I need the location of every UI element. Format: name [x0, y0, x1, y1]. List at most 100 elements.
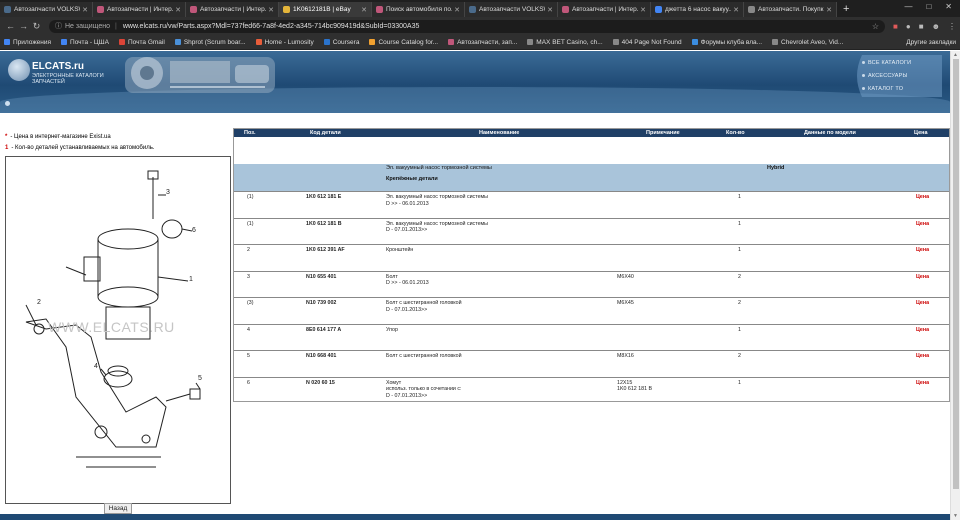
row-qty: 2: [738, 353, 741, 359]
extension-icon[interactable]: ●: [906, 22, 911, 31]
bookmark-item[interactable]: 404 Page Not Found: [612, 39, 682, 46]
row-price-link[interactable]: Цена: [916, 247, 929, 254]
row-price-link[interactable]: Цена: [916, 274, 929, 281]
callout-1[interactable]: 1: [189, 276, 193, 283]
tab-close-icon[interactable]: ✕: [82, 6, 88, 14]
new-tab-button[interactable]: +: [837, 2, 855, 17]
legend-price-text: - Цена в интернет-магазине Exist.ua: [10, 134, 111, 140]
tab-close-icon[interactable]: ✕: [175, 6, 181, 14]
back-arrow-icon[interactable]: ←: [4, 21, 17, 31]
callout-2[interactable]: 2: [37, 299, 41, 306]
forward-arrow-icon[interactable]: →: [17, 21, 30, 31]
row-pos: (1): [247, 220, 254, 227]
header-small-icon[interactable]: [5, 101, 10, 106]
tab-close-icon[interactable]: ✕: [826, 6, 832, 14]
bookmark-item[interactable]: Почта - ЦША: [61, 39, 109, 46]
tab-close-icon[interactable]: ✕: [454, 6, 460, 14]
window-controls: — □ ✕: [896, 0, 960, 13]
scroll-thumb[interactable]: [953, 59, 959, 489]
page-scrollbar[interactable]: ▲ ▼: [950, 51, 960, 520]
row-part-code[interactable]: 1K0 612 391 AF: [306, 247, 345, 254]
menu-accessories[interactable]: Аксессуары: [862, 73, 908, 79]
tab-close-icon[interactable]: ✕: [268, 6, 274, 14]
callout-5[interactable]: 5: [198, 375, 202, 382]
bookmark-star-icon[interactable]: ☆: [872, 22, 879, 31]
browser-tab[interactable]: 1K0612181B | eBay ✕: [279, 2, 372, 17]
scroll-down-icon[interactable]: ▼: [953, 513, 958, 519]
menu-all-catalogs[interactable]: Все каталоги: [861, 60, 911, 66]
tab-close-icon[interactable]: ✕: [640, 6, 646, 14]
row-price-link[interactable]: Цена: [916, 300, 929, 307]
watermark: WWW.ELCATS.RU: [48, 319, 175, 335]
tab-close-icon[interactable]: ✕: [547, 6, 553, 14]
bookmark-item[interactable]: Chevrolet Aveo, Vid...: [772, 39, 843, 46]
callout-6[interactable]: 6: [192, 227, 196, 234]
parts-diagram: WWW.ELCATS.RU 3 6 1 2 4 5: [5, 156, 231, 504]
row-part-code[interactable]: 1K0 612 181 B: [306, 221, 342, 228]
header-name: Наименование: [479, 130, 520, 136]
other-bookmarks-label: Другие закладки: [906, 38, 956, 46]
site-logo[interactable]: ELCATS.ru: [32, 61, 84, 72]
menu-dots-icon[interactable]: ⋮: [948, 22, 956, 31]
row-part-code[interactable]: N10 668 401: [306, 353, 336, 360]
tab-title: Автозапчасти | Интер...: [200, 6, 267, 13]
row-price-link[interactable]: Цена: [916, 380, 929, 387]
tab-title: Поиск автомобиля по...: [386, 6, 453, 13]
row-name-line2: D >> - 06.01.2013: [386, 280, 429, 286]
bookmark-favicon-icon: [323, 39, 330, 45]
row-price-link[interactable]: Цена: [916, 194, 929, 201]
bookmark-item[interactable]: Home - Lumosity: [255, 39, 314, 46]
row-price-link[interactable]: Цена: [916, 353, 929, 360]
row-price-link[interactable]: Цена: [916, 221, 929, 228]
bookmark-item[interactable]: Shprot (Scrum boar...: [174, 39, 246, 46]
close-window-icon[interactable]: ✕: [945, 2, 952, 11]
row-qty: 1: [738, 379, 741, 386]
row-part-code[interactable]: N 020 60 15: [306, 380, 335, 387]
bookmark-item[interactable]: Почта Gmail: [118, 39, 165, 46]
minimize-icon[interactable]: —: [904, 2, 912, 11]
callout-4[interactable]: 4: [94, 363, 98, 370]
row-part-code[interactable]: 1K0 612 181 E: [306, 194, 341, 201]
profile-icon[interactable]: ☻: [932, 22, 940, 31]
tab-title: Автозапчасти | Интер...: [107, 6, 174, 13]
group-title: Эл. вакуумный насос тормозной системы: [386, 165, 492, 171]
logo-globe-icon[interactable]: [8, 59, 30, 81]
row-name-line2: D >> - 06.01.2013: [386, 200, 429, 207]
extension-icon[interactable]: ■: [893, 22, 898, 31]
address-bar[interactable]: ⓘ Не защищено | www.elcats.ru/vw/Parts.a…: [49, 19, 886, 33]
row-name: Упор: [386, 326, 398, 333]
browser-tab[interactable]: Автозапчасти | Интер... ✕: [93, 2, 186, 17]
info-icon[interactable]: ⓘ: [55, 21, 62, 31]
bookmark-item[interactable]: Автозапчасти, зап...: [448, 39, 517, 46]
bookmark-item[interactable]: MAX BET Casino, ch...: [527, 39, 603, 46]
bookmark-item[interactable]: Coursera: [323, 39, 359, 46]
reload-icon[interactable]: ↻: [30, 21, 43, 32]
tab-title: Автозапчасти VOLKSW...: [14, 6, 80, 13]
extension-icon[interactable]: ■: [919, 22, 924, 31]
row-part-code[interactable]: 8E0 614 177 A: [306, 327, 341, 334]
browser-tab[interactable]: Автозапчасти VOLKSW...✕: [0, 2, 93, 17]
catalog-menu: Все каталоги Аксессуары Каталог ТО: [852, 53, 944, 99]
browser-tab[interactable]: Автозапчасти. Покупк... ✕: [744, 2, 837, 17]
tab-close-icon[interactable]: ✕: [361, 6, 367, 14]
row-part-code[interactable]: N10 655 401: [306, 274, 336, 281]
row-part-code[interactable]: N10 739 002: [306, 300, 336, 307]
browser-tab[interactable]: Автозапчасти | Интер... ✕: [186, 2, 279, 17]
bookmark-item[interactable]: Course Catalog for...: [369, 39, 438, 46]
maximize-icon[interactable]: □: [926, 2, 931, 11]
other-bookmarks[interactable]: Другие закладки: [903, 39, 956, 46]
legend-price-mark: *: [5, 134, 8, 140]
scroll-up-icon[interactable]: ▲: [953, 52, 958, 58]
bookmark-item[interactable]: Форумы клуба вла...: [691, 39, 762, 46]
browser-tab[interactable]: Поиск автомобиля по... ✕: [372, 2, 465, 17]
back-button[interactable]: Назад: [104, 503, 132, 514]
browser-tab[interactable]: Автозапчасти | Интер... ✕: [558, 2, 651, 17]
browser-tab[interactable]: джетта 6 насос вакуу... ✕: [651, 2, 744, 17]
tab-close-icon[interactable]: ✕: [733, 6, 739, 14]
row-price-link[interactable]: Цена: [916, 327, 929, 334]
legend-qty-text: - Кол-во деталей устанавливаемых на авто…: [11, 145, 155, 151]
bookmark-item[interactable]: Приложения: [4, 39, 51, 46]
browser-tab[interactable]: Автозапчасти VOLKSW...✕: [465, 2, 558, 17]
menu-maintenance-catalog[interactable]: Каталог ТО: [861, 86, 903, 92]
callout-3[interactable]: 3: [166, 189, 170, 196]
